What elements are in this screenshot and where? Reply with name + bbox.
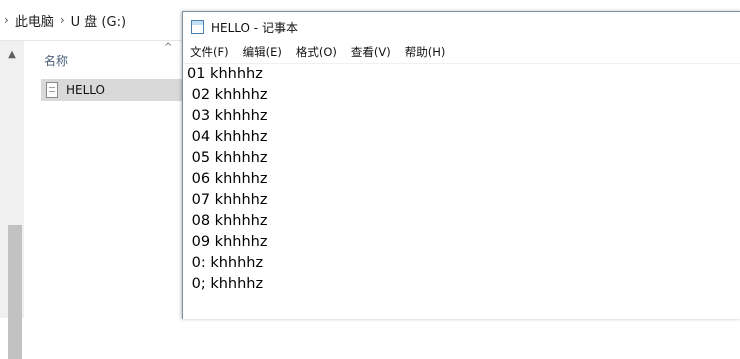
menu-file[interactable]: 文件(F) <box>183 44 236 60</box>
notepad-text-area[interactable]: 01 khhhhz 02 khhhhz 03 khhhhz 04 khhhhz … <box>187 64 737 295</box>
text-line: 04 khhhhz <box>187 129 268 145</box>
text-line: 0: khhhhz <box>187 255 264 271</box>
menu-format[interactable]: 格式(O) <box>289 44 344 60</box>
breadcrumb-item-usb-drive[interactable]: U 盘 (G:) <box>71 11 126 30</box>
navigation-scrollbar[interactable]: ▲ <box>0 41 24 359</box>
text-line: 06 khhhhz <box>187 171 268 187</box>
menu-view[interactable]: 查看(V) <box>344 44 398 60</box>
text-file-icon <box>46 82 58 98</box>
file-list-item-hello[interactable]: HELLO <box>41 79 186 101</box>
breadcrumb-item-this-pc[interactable]: 此电脑 <box>15 11 54 30</box>
text-line: 09 khhhhz <box>187 234 268 250</box>
text-line: 01 khhhhz <box>187 66 263 82</box>
scrollbar-thumb[interactable] <box>8 225 22 359</box>
sort-ascending-icon: ^ <box>164 42 173 53</box>
text-line: 07 khhhhz <box>187 192 268 208</box>
text-line: 03 khhhhz <box>187 108 268 124</box>
text-line: 05 khhhhz <box>187 150 268 166</box>
notepad-menubar: 文件(F) 编辑(E) 格式(O) 查看(V) 帮助(H) <box>183 42 740 62</box>
notepad-icon <box>191 20 204 34</box>
chevron-right-icon: › <box>59 13 65 27</box>
notepad-titlebar[interactable]: HELLO - 记事本 <box>183 12 740 42</box>
notepad-window: HELLO - 记事本 文件(F) 编辑(E) 格式(O) 查看(V) 帮助(H… <box>182 11 740 319</box>
window-title: HELLO - 记事本 <box>211 20 298 35</box>
chevron-right-icon: › <box>4 13 9 27</box>
text-line: 02 khhhhz <box>187 87 268 103</box>
file-name: HELLO <box>66 83 105 97</box>
menu-edit[interactable]: 编辑(E) <box>236 44 289 60</box>
menu-help[interactable]: 帮助(H) <box>398 44 453 60</box>
text-line: 0; khhhhz <box>187 276 264 292</box>
scroll-up-arrow-icon[interactable]: ▲ <box>6 49 18 60</box>
column-header-name[interactable]: 名称 <box>44 52 68 69</box>
text-line: 08 khhhhz <box>187 213 268 229</box>
